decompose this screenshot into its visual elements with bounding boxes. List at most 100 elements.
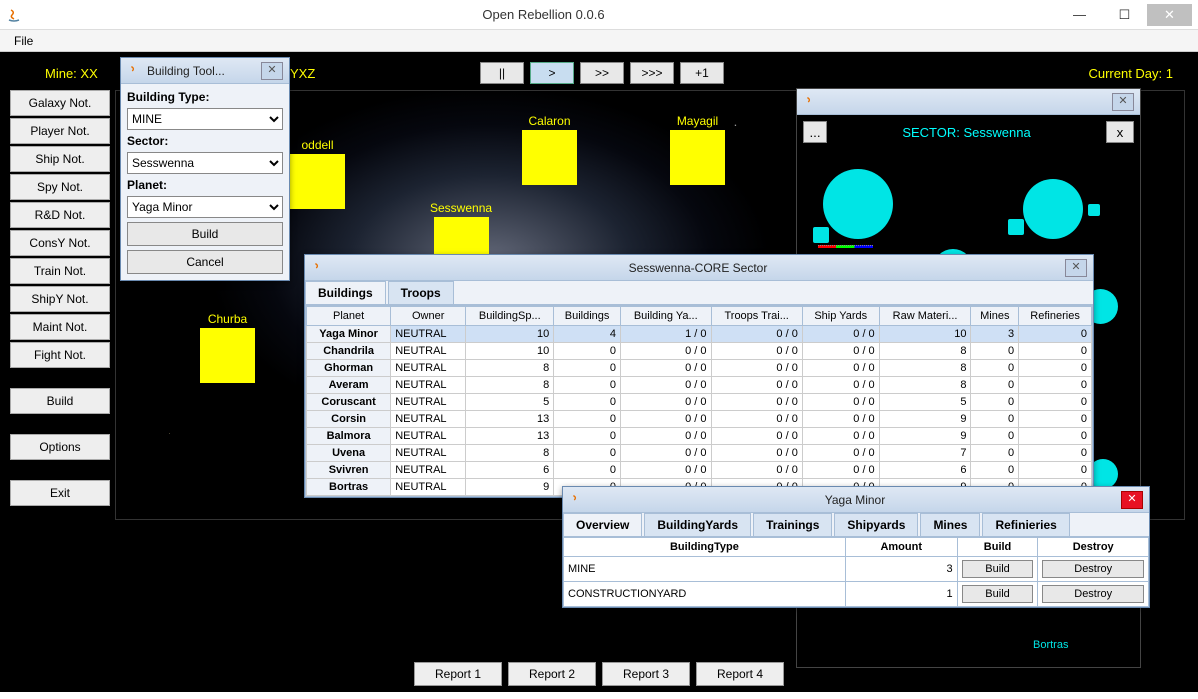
cancel-button[interactable]: Cancel xyxy=(127,250,283,274)
sidebar: Galaxy Not.Player Not.Ship Not.Spy Not.R… xyxy=(10,90,110,506)
column-header[interactable]: Mines xyxy=(971,307,1019,326)
window-title: Open Rebellion 0.0.6 xyxy=(30,7,1057,22)
planet-tabs: OverviewBuildingYardsTrainingsShipyardsM… xyxy=(563,513,1149,537)
destroy-button[interactable]: Destroy xyxy=(1042,560,1144,578)
build-button[interactable]: Build xyxy=(127,222,283,246)
column-header[interactable]: Planet xyxy=(307,307,391,326)
sidebar-item-train-not-[interactable]: Train Not. xyxy=(10,258,110,284)
sidebar-item-exit[interactable]: Exit xyxy=(10,480,110,506)
sector-label: Sector: xyxy=(127,134,283,148)
ff-button[interactable]: >> xyxy=(580,62,624,84)
build-button[interactable]: Build xyxy=(962,585,1034,603)
pause-button[interactable]: || xyxy=(480,62,524,84)
table-row[interactable]: UvenaNEUTRAL800 / 00 / 00 / 0700 xyxy=(307,445,1092,462)
planet-window-title: Yaga Minor xyxy=(589,493,1121,507)
tab-mines[interactable]: Mines xyxy=(920,513,980,536)
sidebar-item-r-d-not-[interactable]: R&D Not. xyxy=(10,202,110,228)
plus1-button[interactable]: +1 xyxy=(680,62,724,84)
play-button[interactable]: > xyxy=(530,62,574,84)
sidebar-item-galaxy-not-[interactable]: Galaxy Not. xyxy=(10,90,110,116)
building-tool-close[interactable]: ✕ xyxy=(261,62,283,80)
map-planet-calaron[interactable]: Calaron xyxy=(522,114,577,185)
sector-x-button[interactable]: x xyxy=(1106,121,1134,143)
map-planet-churba[interactable]: Churba xyxy=(200,312,255,383)
sidebar-item-player-not-[interactable]: Player Not. xyxy=(10,118,110,144)
maximize-button[interactable]: ☐ xyxy=(1102,4,1147,26)
java-icon xyxy=(311,261,325,275)
sector-name-label: SECTOR: Sesswenna xyxy=(833,125,1100,140)
table-row[interactable]: GhormanNEUTRAL800 / 00 / 00 / 0800 xyxy=(307,360,1092,377)
sidebar-item-consy-not-[interactable]: ConsY Not. xyxy=(10,230,110,256)
menu-file[interactable]: File xyxy=(8,32,39,50)
tab-buildingyards[interactable]: BuildingYards xyxy=(644,513,751,536)
java-icon xyxy=(6,7,22,23)
report-button[interactable]: Report 4 xyxy=(696,662,784,686)
planet-window-close[interactable]: ✕ xyxy=(1121,491,1143,509)
column-header[interactable]: Building Ya... xyxy=(620,307,711,326)
sector-panel-close[interactable]: ✕ xyxy=(1112,93,1134,111)
tab-trainings[interactable]: Trainings xyxy=(753,513,832,536)
column-header[interactable]: BuildingSp... xyxy=(466,307,554,326)
sidebar-item-options[interactable]: Options xyxy=(10,434,110,460)
column-header: Build xyxy=(957,538,1038,557)
map-planet-oddell[interactable]: oddell xyxy=(290,138,345,209)
planet-table: BuildingTypeAmountBuildDestroy MINE3Buil… xyxy=(563,537,1149,607)
table-row[interactable]: CoruscantNEUTRAL500 / 00 / 00 / 0500 xyxy=(307,394,1092,411)
table-row[interactable]: ChandrilaNEUTRAL1000 / 00 / 00 / 0800 xyxy=(307,343,1092,360)
table-row[interactable]: SvivrenNEUTRAL600 / 00 / 00 / 0600 xyxy=(307,462,1092,479)
table-row[interactable]: AveramNEUTRAL800 / 00 / 00 / 0800 xyxy=(307,377,1092,394)
column-header: Destroy xyxy=(1038,538,1149,557)
game-area: Mine: XX YXZ Current Day: 1 || > >> >>> … xyxy=(0,52,1198,692)
time-controls: || > >> >>> +1 xyxy=(480,62,724,84)
sector-select[interactable]: Sesswenna xyxy=(127,152,283,174)
fff-button[interactable]: >>> xyxy=(630,62,674,84)
sector-menu-button[interactable]: ... xyxy=(803,121,827,143)
sidebar-item-maint-not-[interactable]: Maint Not. xyxy=(10,314,110,340)
sidebar-item-spy-not-[interactable]: Spy Not. xyxy=(10,174,110,200)
core-window-close[interactable]: ✕ xyxy=(1065,259,1087,277)
java-icon xyxy=(569,493,583,507)
table-row[interactable]: BalmoraNEUTRAL1300 / 00 / 00 / 0900 xyxy=(307,428,1092,445)
column-header[interactable]: Refineries xyxy=(1019,307,1092,326)
report-button[interactable]: Report 1 xyxy=(414,662,502,686)
column-header[interactable]: Raw Materi... xyxy=(879,307,971,326)
build-button[interactable]: Build xyxy=(962,560,1034,578)
java-icon xyxy=(803,95,817,109)
building-type-select[interactable]: MINE xyxy=(127,108,283,130)
tab-buildings[interactable]: Buildings xyxy=(305,281,386,304)
close-button[interactable]: ✕ xyxy=(1147,4,1192,26)
core-tabs: BuildingsTroops xyxy=(305,281,1093,305)
minimize-button[interactable]: — xyxy=(1057,4,1102,26)
destroy-button[interactable]: Destroy xyxy=(1042,585,1144,603)
planet-label: Planet: xyxy=(127,178,283,192)
column-header: Amount xyxy=(845,538,957,557)
sidebar-item-build[interactable]: Build xyxy=(10,388,110,414)
table-row[interactable]: Yaga MinorNEUTRAL1041 / 00 / 00 / 01030 xyxy=(307,326,1092,343)
sidebar-item-fight-not-[interactable]: Fight Not. xyxy=(10,342,110,368)
report-button[interactable]: Report 2 xyxy=(508,662,596,686)
planet-detail-window: Yaga Minor ✕ OverviewBuildingYardsTraini… xyxy=(562,486,1150,608)
core-window-title: Sesswenna-CORE Sector xyxy=(331,261,1065,275)
column-header[interactable]: Ship Yards xyxy=(802,307,879,326)
tab-shipyards[interactable]: Shipyards xyxy=(834,513,918,536)
map-planet-mayagil[interactable]: Mayagil xyxy=(670,114,725,185)
building-tool-window: Building Tool... ✕ Building Type: MINE S… xyxy=(120,57,290,281)
tab-troops[interactable]: Troops xyxy=(388,281,454,304)
table-row[interactable]: CorsinNEUTRAL1300 / 00 / 00 / 0900 xyxy=(307,411,1092,428)
column-header[interactable]: Troops Trai... xyxy=(711,307,802,326)
column-header: BuildingType xyxy=(564,538,846,557)
tab-overview[interactable]: Overview xyxy=(563,513,642,536)
report-button[interactable]: Report 3 xyxy=(602,662,690,686)
column-header[interactable]: Owner xyxy=(391,307,466,326)
tab-refinieries[interactable]: Refinieries xyxy=(982,513,1069,536)
column-header[interactable]: Buildings xyxy=(554,307,621,326)
core-sector-window: Sesswenna-CORE Sector ✕ Buildings Troops … xyxy=(304,254,1094,498)
sector-planet-label[interactable]: Bortras xyxy=(1033,639,1068,651)
java-icon xyxy=(127,64,141,78)
menubar: File xyxy=(0,30,1198,52)
sidebar-item-ship-not-[interactable]: Ship Not. xyxy=(10,146,110,172)
status-center: YXZ xyxy=(290,66,315,81)
planet-select[interactable]: Yaga Minor xyxy=(127,196,283,218)
sidebar-item-shipy-not-[interactable]: ShipY Not. xyxy=(10,286,110,312)
core-table: PlanetOwnerBuildingSp...BuildingsBuildin… xyxy=(306,306,1092,496)
